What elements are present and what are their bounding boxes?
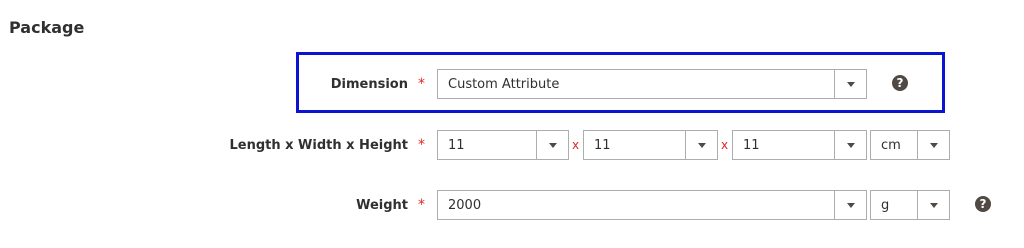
length-value: 11	[448, 138, 465, 153]
width-select[interactable]: 11	[583, 130, 718, 160]
width-value: 11	[594, 138, 611, 153]
chevron-down-icon[interactable]	[834, 131, 866, 159]
chevron-down-icon[interactable]	[834, 191, 866, 219]
weight-unit-value: g	[881, 198, 890, 213]
dimension-required-mark: *	[418, 76, 425, 92]
weight-required-mark: *	[418, 197, 425, 213]
dimension-select[interactable]: Custom Attribute	[437, 69, 867, 99]
chevron-down-icon[interactable]	[917, 131, 949, 159]
height-select[interactable]: 11	[732, 130, 867, 160]
chevron-down-icon[interactable]	[536, 131, 568, 159]
dimension-select-value: Custom Attribute	[448, 77, 560, 92]
size-unit-select[interactable]: cm	[870, 130, 950, 160]
dimension-label: Dimension	[330, 77, 408, 92]
times-separator: x	[572, 138, 580, 152]
times-separator: x	[721, 138, 729, 152]
weight-label: Weight	[356, 198, 408, 213]
help-icon[interactable]: ?	[892, 75, 908, 91]
size-label: Length x Width x Height	[229, 138, 408, 153]
help-icon[interactable]: ?	[975, 196, 991, 212]
section-title: Package	[9, 18, 85, 37]
chevron-down-icon[interactable]	[685, 131, 717, 159]
height-value: 11	[743, 138, 760, 153]
weight-select[interactable]: 2000	[437, 190, 867, 220]
size-unit-value: cm	[881, 138, 901, 153]
weight-value: 2000	[448, 198, 482, 213]
length-select[interactable]: 11	[437, 130, 569, 160]
weight-unit-select[interactable]: g	[870, 190, 950, 220]
chevron-down-icon[interactable]	[917, 191, 949, 219]
size-required-mark: *	[418, 137, 425, 153]
chevron-down-icon[interactable]	[834, 70, 866, 98]
